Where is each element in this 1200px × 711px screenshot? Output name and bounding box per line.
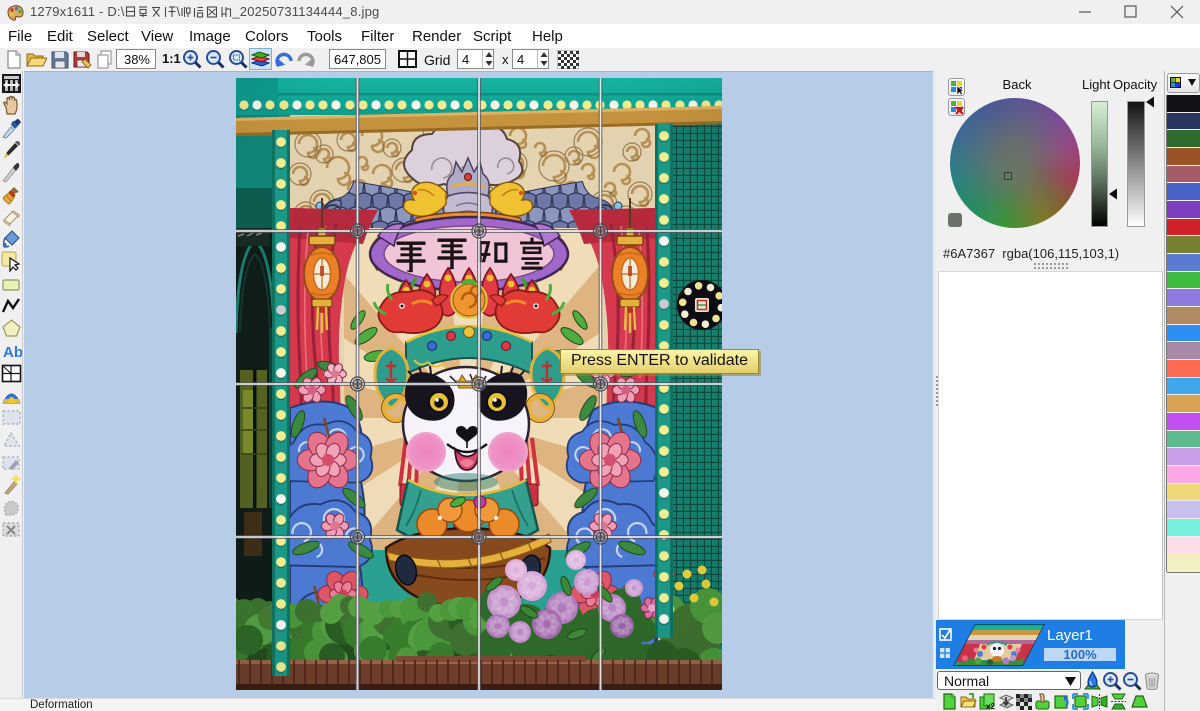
svg-text:Ab: Ab [3, 344, 22, 361]
svg-text:x2: x2 [986, 702, 995, 710]
